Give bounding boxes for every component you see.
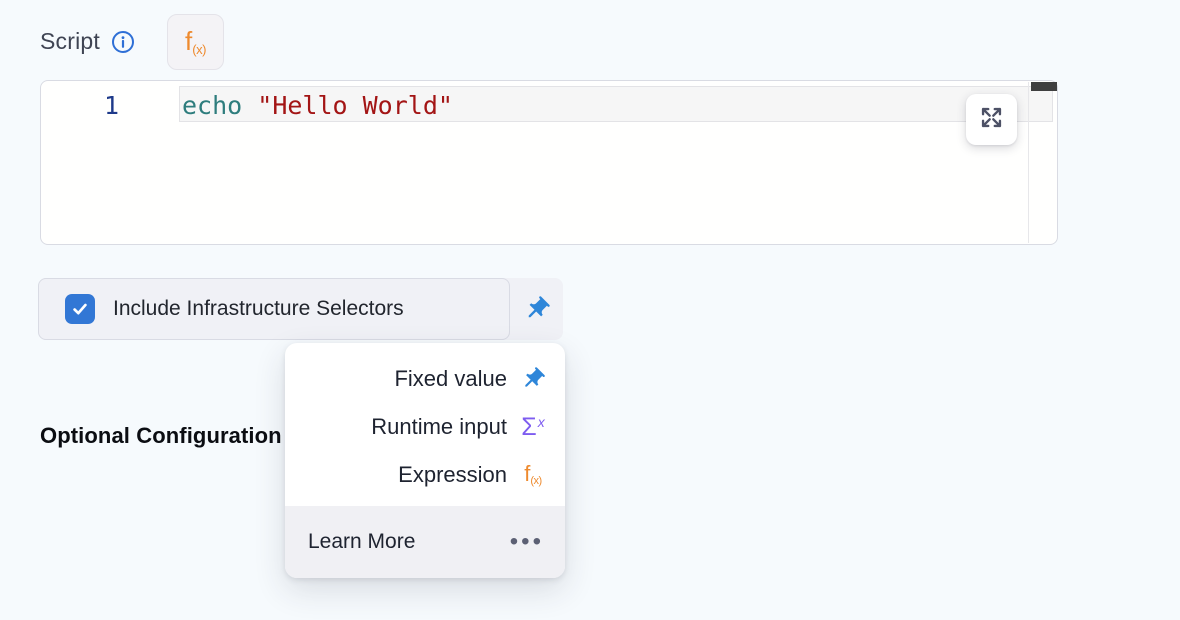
script-code-editor[interactable]: 1 echo "Hello World" <box>40 80 1058 245</box>
editor-scrollbar-thumb[interactable] <box>1031 82 1057 91</box>
menu-item-label: Runtime input <box>371 414 507 440</box>
infrastructure-selectors-field: Include Infrastructure Selectors <box>38 278 510 340</box>
value-type-menu-items: Fixed value Runtime input Σx Expression … <box>285 343 565 499</box>
pin-icon <box>517 366 549 392</box>
infrastructure-selectors-label: Include Infrastructure Selectors <box>113 297 404 321</box>
infrastructure-selectors-checkbox[interactable] <box>65 294 95 324</box>
menu-item-runtime-input[interactable]: Runtime input Σx <box>285 403 565 451</box>
value-type-selector-button[interactable] <box>510 278 563 340</box>
script-field-header: Script f(x) <box>40 13 224 70</box>
editor-scrollbar-track <box>1028 82 1029 243</box>
checkmark-icon <box>70 299 90 319</box>
ellipsis-icon: ••• <box>510 530 544 554</box>
menu-item-label: Expression <box>398 462 507 488</box>
value-type-menu: Fixed value Runtime input Σx Expression … <box>285 343 565 578</box>
expand-icon <box>978 104 1005 135</box>
code-keyword: echo <box>182 91 242 120</box>
menu-item-fixed-value[interactable]: Fixed value <box>285 355 565 403</box>
line-number: 1 <box>41 89 179 122</box>
menu-item-label: Fixed value <box>394 366 507 392</box>
info-icon[interactable] <box>111 30 135 54</box>
code-string: "Hello World" <box>242 91 453 120</box>
learn-more-label: Learn More <box>308 530 415 554</box>
code-line: echo "Hello World" <box>182 89 453 122</box>
sigma-icon: Σx <box>517 415 549 440</box>
fx-icon: f(x) <box>185 28 206 56</box>
expression-toggle-button[interactable]: f(x) <box>167 14 224 70</box>
menu-footer-learn-more[interactable]: Learn More ••• <box>285 506 565 578</box>
expand-editor-button[interactable] <box>966 94 1017 145</box>
optional-configuration-heading: Optional Configuration <box>40 423 282 449</box>
fx-icon: f(x) <box>517 463 549 487</box>
pin-icon <box>523 295 551 323</box>
menu-item-expression[interactable]: Expression f(x) <box>285 451 565 499</box>
infrastructure-selectors-row[interactable]: Include Infrastructure Selectors <box>38 278 563 340</box>
script-field-label: Script <box>40 28 100 55</box>
